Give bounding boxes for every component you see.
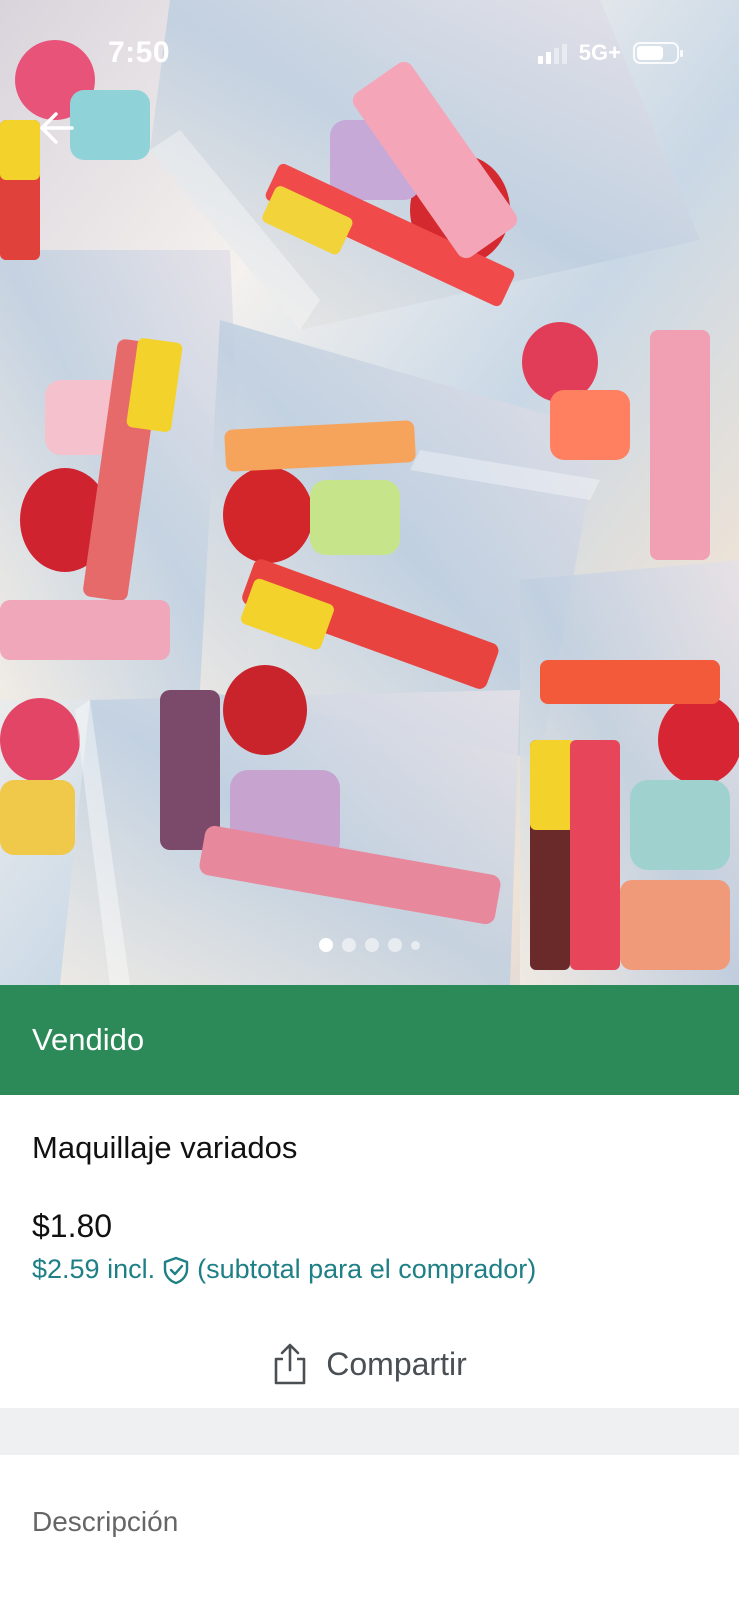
back-button[interactable] [36, 108, 76, 148]
status-bar: 7:50 5G+ [0, 0, 739, 100]
listing-price: $1.80 [32, 1208, 113, 1244]
price-incl-note: (subtotal para el comprador) [197, 1254, 537, 1284]
carousel-dot[interactable] [365, 938, 379, 952]
price-incl-amount: $2.59 incl. [32, 1254, 156, 1284]
description-heading: Descripción [32, 1506, 179, 1537]
status-time: 7:50 [108, 36, 171, 69]
shield-check-icon [163, 1256, 189, 1284]
share-icon [274, 1343, 306, 1385]
carousel-dot[interactable] [342, 938, 356, 952]
arrow-left-icon [40, 112, 74, 144]
carousel-dots [0, 938, 739, 952]
product-photo[interactable] [0, 0, 739, 985]
section-divider [0, 1408, 739, 1455]
network-type: 5G+ [578, 40, 621, 65]
share-label: Compartir [326, 1345, 467, 1382]
share-button[interactable]: Compartir [0, 1316, 739, 1412]
signal-icon [537, 42, 567, 64]
battery-icon [633, 42, 683, 64]
listing-title: Maquillaje variados [32, 1130, 298, 1165]
status-indicators: 5G+ [537, 40, 683, 66]
price-with-protection[interactable]: $2.59 incl. (subtotal para el comprador) [32, 1254, 536, 1285]
product-photo-illustration [0, 0, 739, 985]
carousel-dot-active[interactable] [319, 938, 333, 952]
carousel-dot[interactable] [411, 940, 420, 950]
carousel-dot[interactable] [388, 938, 402, 952]
sold-banner: Vendido [0, 985, 739, 1095]
sold-label: Vendido [32, 1022, 145, 1057]
